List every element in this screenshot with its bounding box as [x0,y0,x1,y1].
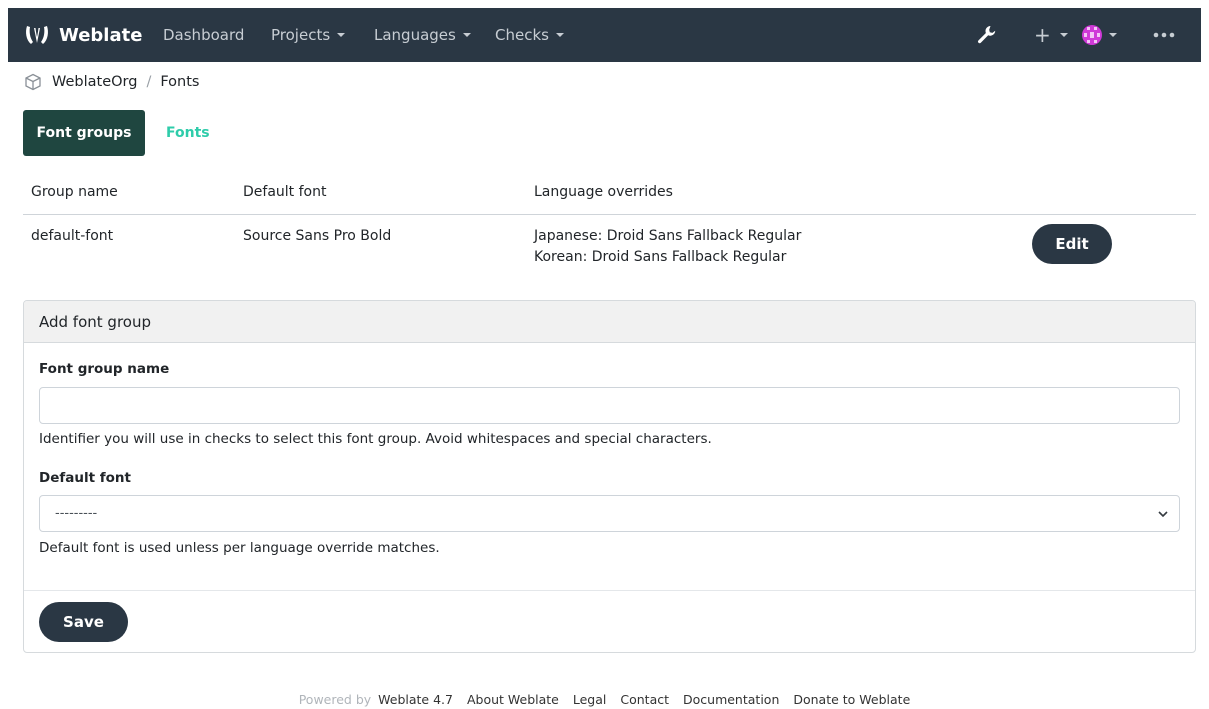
column-header-group-name: Group name [31,184,118,200]
cell-override-japanese: Japanese: Droid Sans Fallback Regular [534,228,802,244]
wrench-icon[interactable] [976,8,998,62]
brand-name: Weblate [59,24,143,46]
nav-dashboard[interactable]: Dashboard [163,8,244,62]
breadcrumb-org-link[interactable]: WeblateOrg [52,74,137,90]
cell-group-name: default-font [31,228,114,244]
cell-default-font: Source Sans Pro Bold [243,228,392,244]
tab-fonts-label: Fonts [166,125,210,141]
more-icon[interactable] [1153,8,1175,62]
tab-fonts[interactable]: Fonts [166,110,210,156]
panel-footer: Save [24,590,1195,652]
caret-down-icon [1059,33,1068,37]
tab-font-groups[interactable]: Font groups [23,110,145,156]
footer-link-weblate-version[interactable]: Weblate 4.7 [378,692,453,707]
panel-title: Add font group [39,312,151,331]
navbar-bar: Weblate Dashboard Projects Languages Che… [8,8,1201,62]
powered-by-text: Powered by [298,692,372,707]
breadcrumb-separator: / [146,74,152,90]
save-button-label: Save [63,613,104,631]
caret-down-icon [555,33,564,37]
nav-projects-label: Projects [271,26,331,44]
nav-checks-label: Checks [495,26,549,44]
add-menu-button[interactable]: + [1034,8,1068,62]
caret-down-icon [462,33,471,37]
column-header-language-overrides: Language overrides [534,184,673,200]
default-font-selected-value: --------- [55,506,98,521]
edit-button-label: Edit [1055,235,1089,253]
nav-projects-dropdown[interactable]: Projects [271,8,346,62]
add-font-group-panel: Add font group Font group name Identifie… [23,300,1196,653]
footer-link-contact[interactable]: Contact [620,692,669,707]
save-button[interactable]: Save [39,602,128,642]
column-header-default-font: Default font [243,184,327,200]
font-group-name-help: Identifier you will use in checks to sel… [39,431,712,447]
default-font-help: Default font is used unless per language… [39,540,440,556]
caret-down-icon [1109,33,1117,37]
footer-link-legal[interactable]: Legal [573,692,607,707]
footer-link-about[interactable]: About Weblate [467,692,559,707]
nav-languages-dropdown[interactable]: Languages [374,8,471,62]
brand-link[interactable]: Weblate [24,8,142,62]
avatar-icon [1082,25,1102,45]
page-footer: Powered by Weblate 4.7 About Weblate Leg… [0,692,1209,707]
font-group-name-label: Font group name [39,361,170,377]
cube-icon [25,73,41,91]
user-menu-button[interactable] [1081,8,1117,62]
weblate-logo-icon [26,26,48,44]
plus-icon: + [1034,23,1051,47]
table-divider [23,214,1196,215]
default-font-select[interactable]: --------- [39,495,1180,532]
footer-link-donate[interactable]: Donate to Weblate [793,692,910,707]
nav-dashboard-label: Dashboard [163,26,245,44]
tab-font-groups-label: Font groups [36,125,132,141]
default-font-label: Default font [39,470,131,486]
chevron-down-icon [1158,511,1168,518]
font-group-name-input[interactable] [39,387,1180,424]
footer-link-documentation[interactable]: Documentation [683,692,779,707]
breadcrumb-current[interactable]: Fonts [160,74,199,90]
panel-header: Add font group [24,301,1195,343]
nav-languages-label: Languages [374,26,456,44]
cell-override-korean: Korean: Droid Sans Fallback Regular [534,249,787,265]
top-navbar: Weblate Dashboard Projects Languages Che… [0,0,1209,62]
breadcrumb: WeblateOrg / Fonts [24,70,199,94]
edit-button[interactable]: Edit [1032,224,1112,264]
nav-checks-dropdown[interactable]: Checks [495,8,564,62]
caret-down-icon [337,33,346,37]
